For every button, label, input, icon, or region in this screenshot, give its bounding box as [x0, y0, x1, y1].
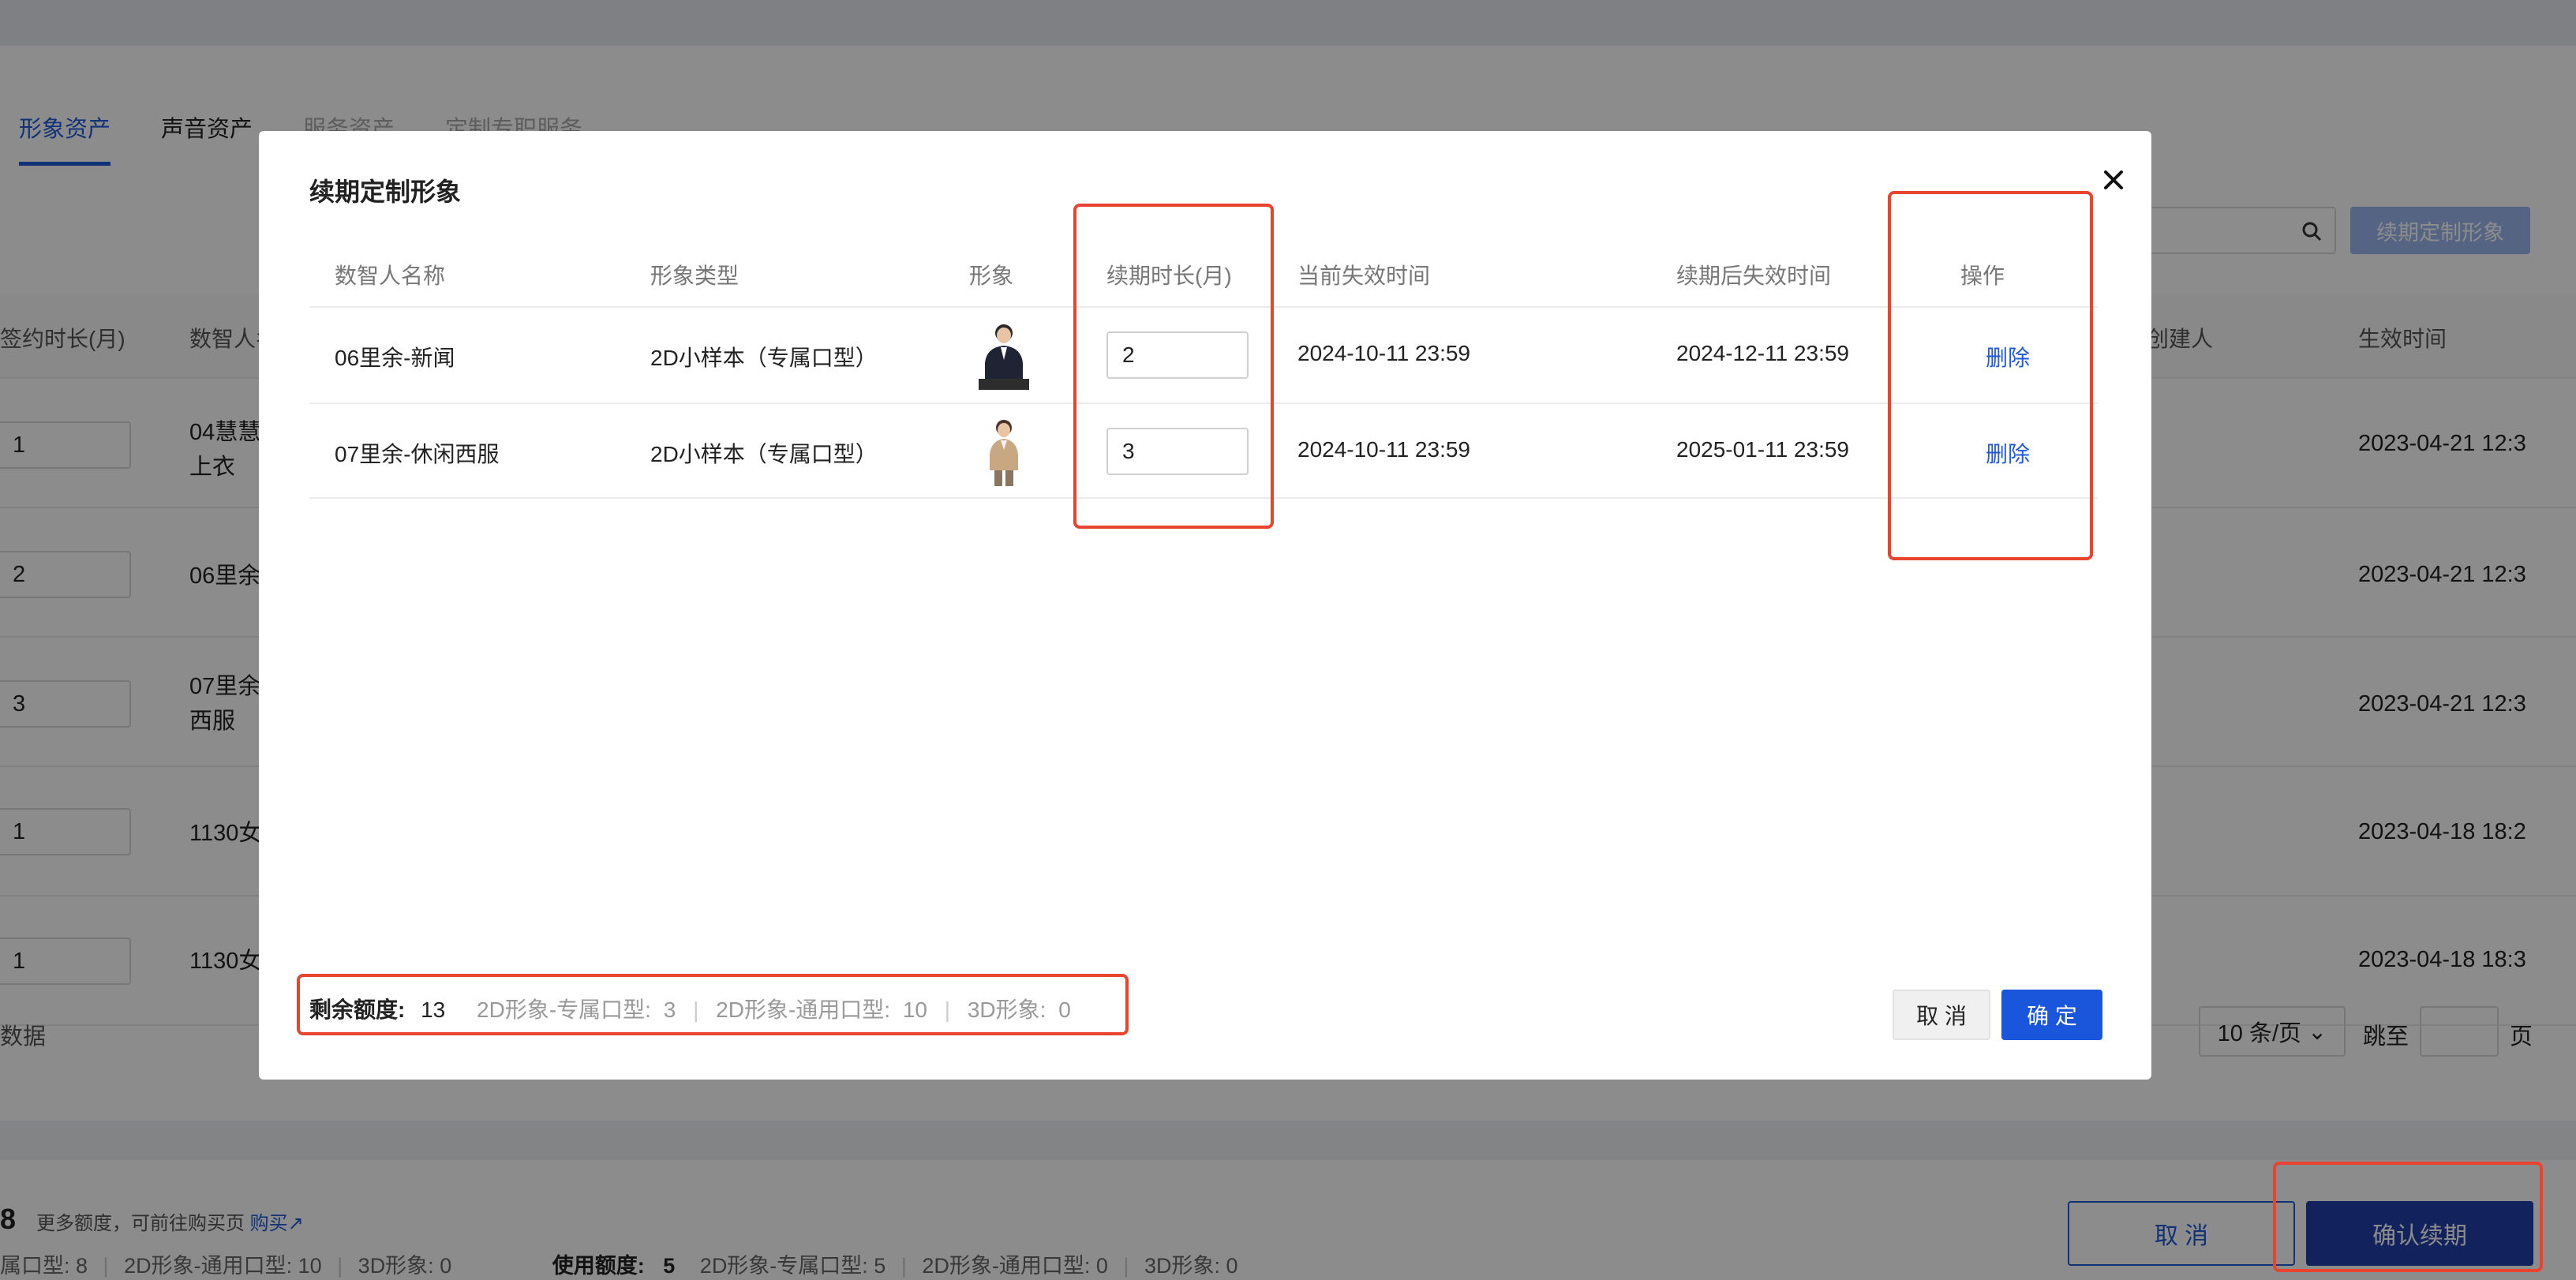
highlight-box: [2273, 1162, 2543, 1272]
quota-exclusive-label: 2D形象-专属口型:: [477, 997, 651, 1022]
close-icon[interactable]: [2096, 163, 2131, 197]
modal-title: 续期定制形象: [309, 178, 462, 206]
renew-duration-input[interactable]: 2: [1106, 331, 1249, 379]
avatar-casual-icon: [990, 420, 1018, 486]
quota-3d-value: 0: [1058, 997, 1071, 1022]
row-name: 06里余-新闻: [335, 346, 455, 370]
header-avatar: 形象: [969, 264, 1014, 288]
row-new-expiry: 2025-01-11 23:59: [1676, 437, 1849, 462]
row-name: 07里余-休闲西服: [335, 442, 500, 466]
quota-3d-label: 3D形象:: [967, 997, 1046, 1022]
modal-cancel-button[interactable]: 取 消: [1893, 990, 1990, 1040]
header-type: 形象类型: [650, 264, 739, 288]
table-row: 06里余-新闻 2D小样本（专属口型） 2 2024-10-11 23:59 2…: [309, 306, 2098, 402]
delete-button[interactable]: 删除: [1986, 437, 2030, 469]
remaining-quota: 剩余额度: 13 2D形象-专属口型: 3 | 2D形象-通用口型: 10 | …: [309, 997, 1071, 1022]
quota-general-value: 10: [902, 997, 927, 1022]
header-new-expiry: 续期后失效时间: [1676, 264, 1832, 288]
header-duration: 续期时长(月): [1106, 264, 1232, 288]
row-type: 2D小样本（专属口型）: [650, 442, 878, 466]
quota-label: 剩余额度:: [309, 997, 406, 1022]
header-action: 操作: [1960, 264, 2005, 288]
renew-duration-input[interactable]: 3: [1106, 428, 1249, 475]
header-current-expiry: 当前失效时间: [1297, 264, 1431, 288]
delete-button[interactable]: 删除: [1986, 341, 2030, 372]
quota-exclusive-value: 3: [663, 997, 676, 1022]
row-type: 2D小样本（专属口型）: [650, 346, 878, 370]
table-row: 07里余-休闲西服 2D小样本（专属口型） 3 2024-10-11 23:59…: [309, 402, 2098, 499]
row-current-expiry: 2024-10-11 23:59: [1297, 437, 1470, 462]
modal-ok-button[interactable]: 确 定: [2001, 990, 2102, 1040]
quota-general-label: 2D形象-通用口型:: [716, 997, 891, 1022]
quota-value: 13: [421, 997, 446, 1022]
renew-modal: 续期定制形象 数智人名称 形象类型 形象 续期时长(月) 当前失效时间 续期后失…: [259, 131, 2151, 1080]
header-name: 数智人名称: [335, 264, 446, 288]
row-new-expiry: 2024-12-11 23:59: [1676, 341, 1849, 365]
avatar-suit-icon: [979, 324, 1029, 390]
row-current-expiry: 2024-10-11 23:59: [1297, 341, 1470, 365]
